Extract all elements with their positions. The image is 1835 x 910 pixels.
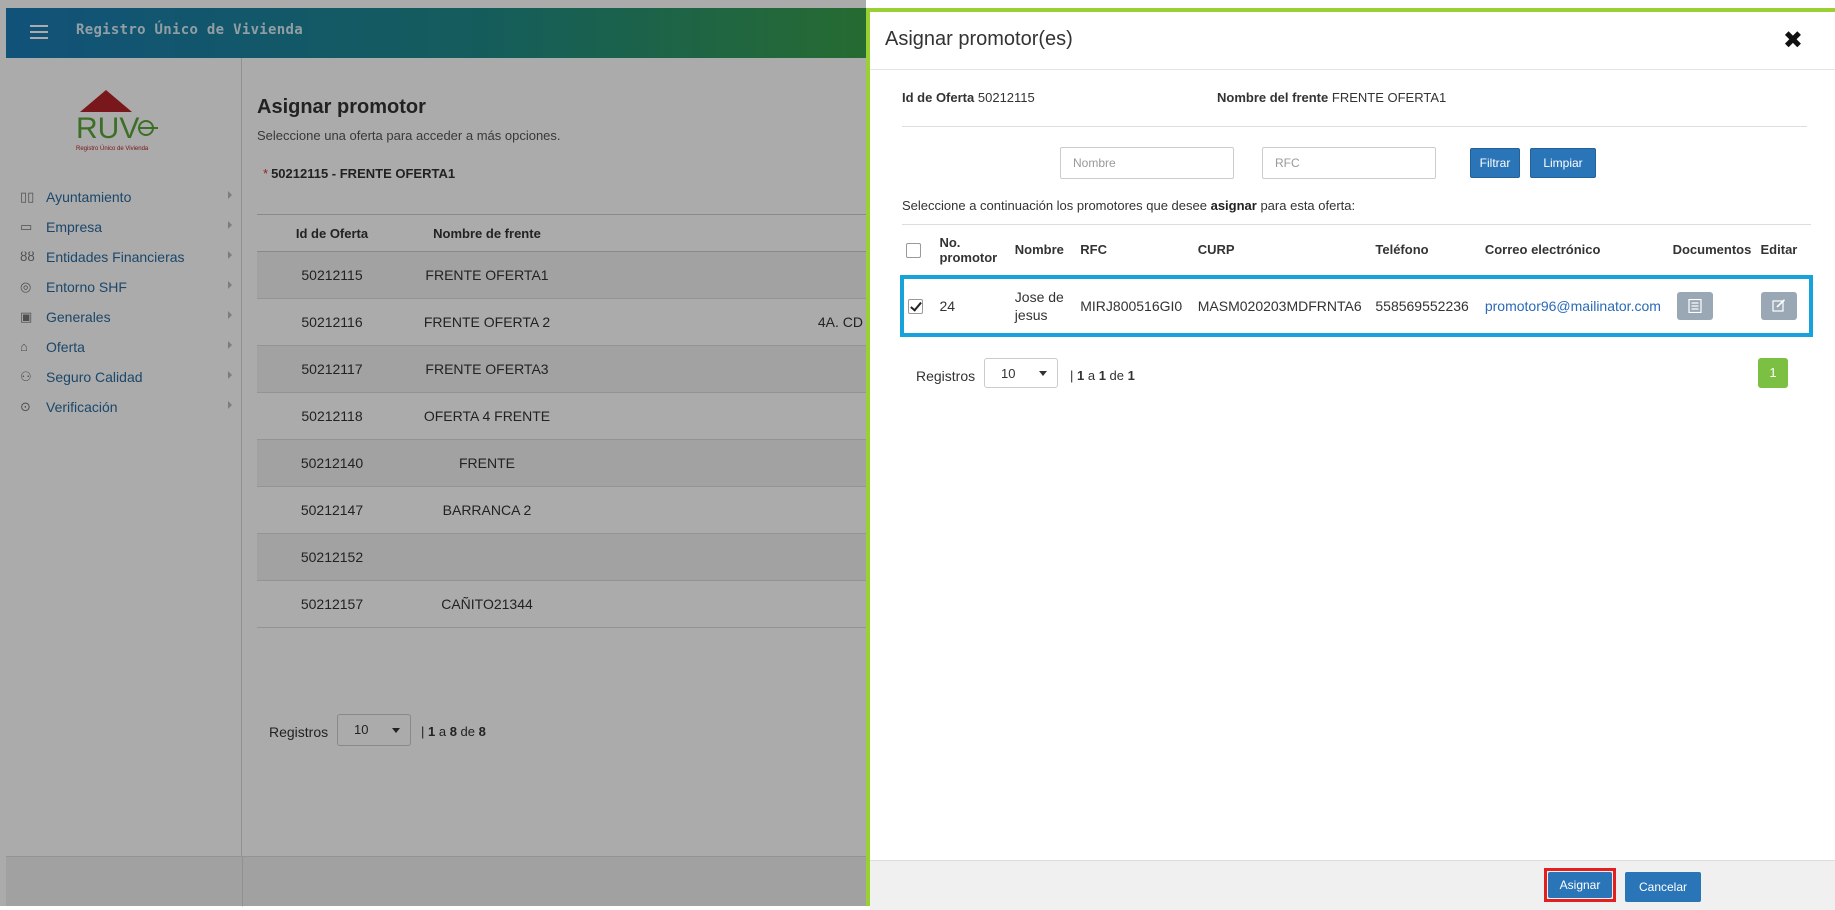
row-checkbox[interactable] xyxy=(908,298,923,314)
email-link[interactable]: promotor96@mailinator.com xyxy=(1485,298,1661,314)
modal-backdrop[interactable] xyxy=(0,0,866,906)
column-header-documentos: Documentos xyxy=(1668,224,1757,277)
front-name-value: FRENTE OFERTA1 xyxy=(1331,90,1447,105)
records-per-page-value: 10 xyxy=(1001,366,1016,381)
edit-icon xyxy=(1771,298,1785,312)
offer-id-label: Id de Oferta xyxy=(902,90,975,105)
offer-id-value: 50212115 xyxy=(977,90,1035,105)
front-name-info: Nombre del frente FRENTE OFERTA1 xyxy=(1217,90,1446,105)
column-header-correo: Correo electrónico xyxy=(1480,224,1669,277)
records-per-page-select[interactable]: 10 xyxy=(984,358,1058,388)
assign-button[interactable]: Asignar xyxy=(1548,872,1612,898)
modal-footer: Asignar Cancelar xyxy=(870,860,1835,910)
cell-no-promotor: 24 xyxy=(935,274,1011,337)
cell-nombre: Jose de jesus xyxy=(1010,274,1077,337)
rfc-filter-input[interactable] xyxy=(1262,147,1436,179)
cell-editar xyxy=(1756,274,1814,337)
modal-header: Asignar promotor(es) ✖ xyxy=(870,12,1835,70)
cell-rfc: MIRJ800516GI0 xyxy=(1076,274,1194,337)
offer-id-info: Id de Oferta 50212115 xyxy=(902,90,1035,105)
cell-documentos xyxy=(1668,274,1757,337)
cancel-button[interactable]: Cancelar xyxy=(1625,872,1701,902)
documents-button[interactable] xyxy=(1676,291,1713,320)
edit-button[interactable] xyxy=(1760,291,1797,320)
pagination-info: | 1 a 1 de 1 xyxy=(1070,368,1135,383)
column-header-telefono: Teléfono xyxy=(1371,224,1481,277)
table-row[interactable]: 24 Jose de jesus MIRJ800516GI0 MASM02020… xyxy=(899,274,1814,337)
cell-telefono: 558569552236 xyxy=(1371,274,1481,337)
cell-correo: promotor96@mailinator.com xyxy=(1480,274,1669,337)
column-header-nombre: Nombre xyxy=(1010,224,1077,277)
list-document-icon xyxy=(1687,298,1702,313)
close-icon[interactable]: ✖ xyxy=(1783,26,1803,55)
column-header-editar: Editar xyxy=(1756,224,1811,277)
divider xyxy=(902,126,1807,127)
instructions-text: Seleccione a continuación los promotores… xyxy=(902,198,1356,213)
caret-down-icon xyxy=(1039,371,1047,376)
assign-promoter-modal: Asignar promotor(es) ✖ Id de Oferta 5021… xyxy=(866,8,1835,910)
select-all-header xyxy=(902,224,936,277)
name-filter-input[interactable] xyxy=(1060,147,1234,179)
cell-curp: MASM020203MDFRNTA6 xyxy=(1193,274,1372,337)
select-all-checkbox[interactable] xyxy=(906,242,921,258)
front-name-label: Nombre del frente xyxy=(1217,90,1329,105)
records-label: Registros xyxy=(916,368,976,384)
row-select-cell xyxy=(899,274,936,337)
column-header-curp: CURP xyxy=(1193,224,1372,277)
filter-button[interactable]: Filtrar xyxy=(1470,148,1520,178)
modal-title: Asignar promotor(es) xyxy=(885,28,1073,50)
assign-button-highlight: Asignar xyxy=(1544,868,1616,902)
column-header-rfc: RFC xyxy=(1076,224,1194,277)
promoters-table: No. promotor Nombre RFC CURP Teléfono Co… xyxy=(899,224,1814,337)
clear-button[interactable]: Limpiar xyxy=(1530,148,1596,178)
page-button-current[interactable]: 1 xyxy=(1758,358,1788,388)
column-header-no-promotor: No. promotor xyxy=(935,224,1011,277)
